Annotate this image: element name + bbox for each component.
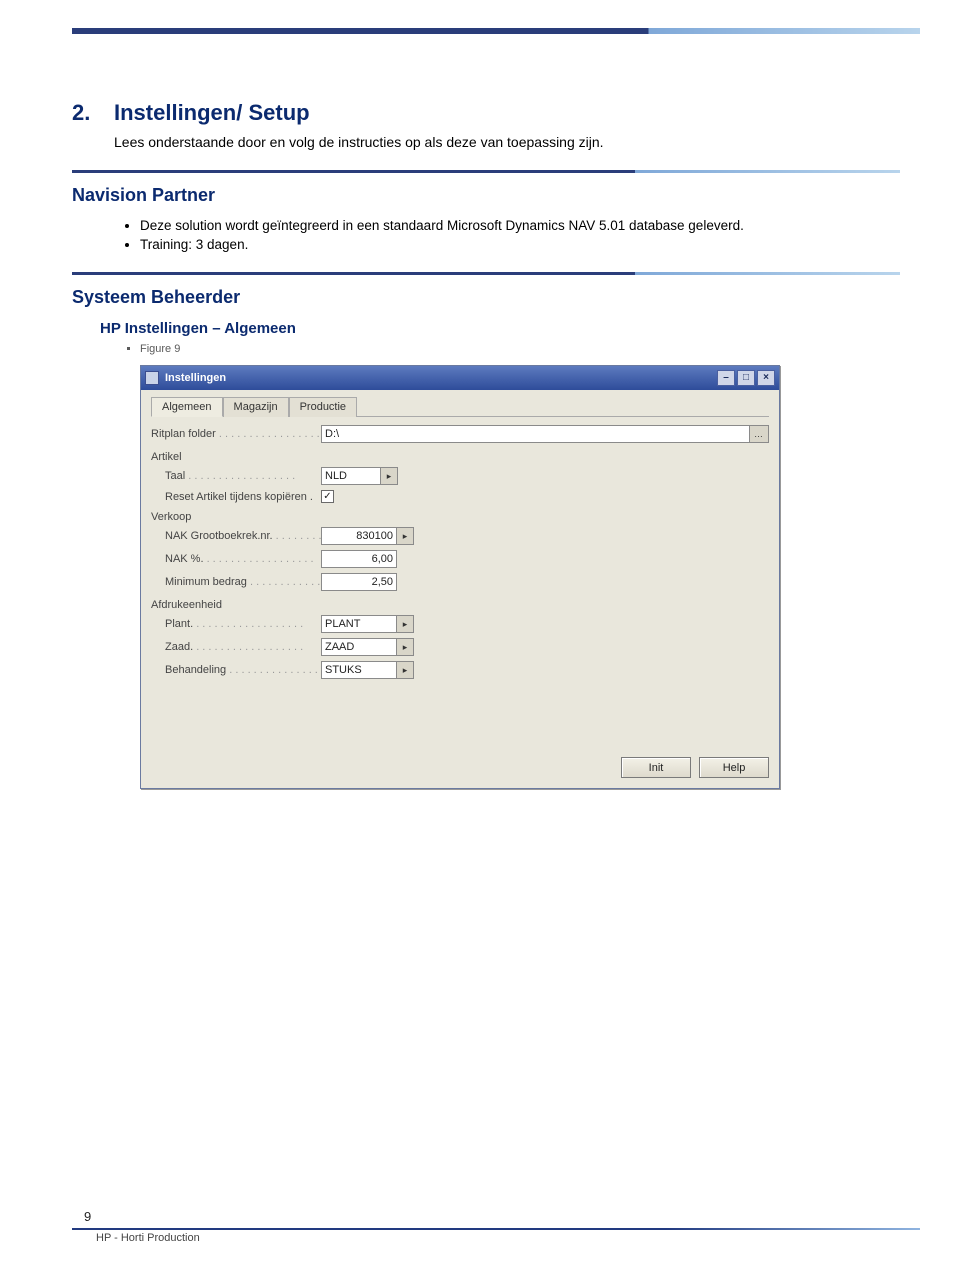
page-content: 2. Instellingen/ Setup Lees onderstaande… <box>72 100 900 789</box>
verkoop-section-label: Verkoop <box>151 511 769 523</box>
page-footer: 9 HP - Horti Production <box>72 1209 920 1244</box>
row-nak-gb: NAK Grootboekrek.nr. ▸ <box>151 527 769 545</box>
zaad-input[interactable] <box>321 638 397 656</box>
min-bedrag-input[interactable] <box>321 573 397 591</box>
beheerder-heading: Systeem Beheerder <box>72 287 900 308</box>
taal-lookup-button[interactable]: ▸ <box>380 467 398 485</box>
row-taal: Taal ▸ <box>151 467 769 485</box>
afdruk-section-label: Afdrukeenheid <box>151 599 769 611</box>
list-item: Training: 3 dagen. <box>140 237 900 252</box>
taal-input[interactable] <box>321 467 381 485</box>
footer-rule <box>72 1228 920 1230</box>
help-button[interactable]: Help <box>699 757 769 778</box>
tab-algemeen[interactable]: Algemeen <box>151 397 223 417</box>
plant-label: Plant. <box>151 618 321 630</box>
list-item: Deze solution wordt geïntegreerd in een … <box>140 218 900 233</box>
page-top-rule <box>72 28 920 34</box>
heading-number: 2. <box>72 100 114 126</box>
ritplan-input[interactable] <box>321 425 750 443</box>
nak-pct-label: NAK %. <box>151 553 321 565</box>
heading-intro: Lees onderstaande door en volg de instru… <box>114 134 900 150</box>
reset-label: Reset Artikel tijdens kopiëren . <box>151 491 321 503</box>
partner-heading: Navision Partner <box>72 185 900 206</box>
app-icon <box>145 371 159 385</box>
row-zaad: Zaad. ▸ <box>151 638 769 656</box>
browse-button[interactable]: … <box>749 425 769 443</box>
footer-doc-title: HP - Horti Production <box>96 1232 920 1244</box>
section-heading: 2. Instellingen/ Setup <box>72 100 900 126</box>
row-ritplan: Ritplan folder … <box>151 425 769 443</box>
min-bedrag-label: Minimum bedrag <box>151 576 321 588</box>
plant-input[interactable] <box>321 615 397 633</box>
row-reset: Reset Artikel tijdens kopiëren . ✓ <box>151 490 769 503</box>
row-nak-pct: NAK %. <box>151 550 769 568</box>
page-number: 9 <box>84 1209 920 1224</box>
heading-title: Instellingen/ Setup <box>114 100 310 126</box>
nak-gb-lookup-button[interactable]: ▸ <box>396 527 414 545</box>
behandeling-lookup-button[interactable]: ▸ <box>396 661 414 679</box>
section-rule-1 <box>72 170 900 173</box>
ritplan-label: Ritplan folder <box>151 428 321 440</box>
dialog-button-row: Init Help <box>151 749 769 778</box>
nak-pct-input[interactable] <box>321 550 397 568</box>
tab-strip: Algemeen Magazijn Productie <box>151 396 769 417</box>
nak-gb-label: NAK Grootboekrek.nr. <box>151 530 321 542</box>
dialog-title: Instellingen <box>165 372 226 384</box>
behandeling-label: Behandeling <box>151 664 321 676</box>
zaad-lookup-button[interactable]: ▸ <box>396 638 414 656</box>
maximize-button[interactable]: □ <box>737 370 755 386</box>
figure-caption-list: Figure 9 <box>140 343 900 355</box>
instellingen-dialog: Instellingen – □ × Algemeen Magazijn Pro… <box>140 365 780 789</box>
tab-productie[interactable]: Productie <box>289 397 357 417</box>
row-behandeling: Behandeling ▸ <box>151 661 769 679</box>
figure-caption: Figure 9 <box>140 343 900 355</box>
minimize-button[interactable]: – <box>717 370 735 386</box>
beheerder-sub: HP Instellingen – Algemeen <box>100 320 900 337</box>
reset-checkbox[interactable]: ✓ <box>321 490 334 503</box>
artikel-section-label: Artikel <box>151 451 769 463</box>
dialog-titlebar[interactable]: Instellingen – □ × <box>141 366 779 390</box>
dialog-body: Algemeen Magazijn Productie Ritplan fold… <box>141 390 779 788</box>
row-min-bedrag: Minimum bedrag <box>151 573 769 591</box>
nak-gb-input[interactable] <box>321 527 397 545</box>
zaad-label: Zaad. <box>151 641 321 653</box>
init-button[interactable]: Init <box>621 757 691 778</box>
tab-magazijn[interactable]: Magazijn <box>223 397 289 417</box>
taal-label: Taal <box>151 470 321 482</box>
partner-bullets: Deze solution wordt geïntegreerd in een … <box>140 218 900 252</box>
close-button[interactable]: × <box>757 370 775 386</box>
section-rule-2 <box>72 272 900 275</box>
plant-lookup-button[interactable]: ▸ <box>396 615 414 633</box>
behandeling-input[interactable] <box>321 661 397 679</box>
row-plant: Plant. ▸ <box>151 615 769 633</box>
